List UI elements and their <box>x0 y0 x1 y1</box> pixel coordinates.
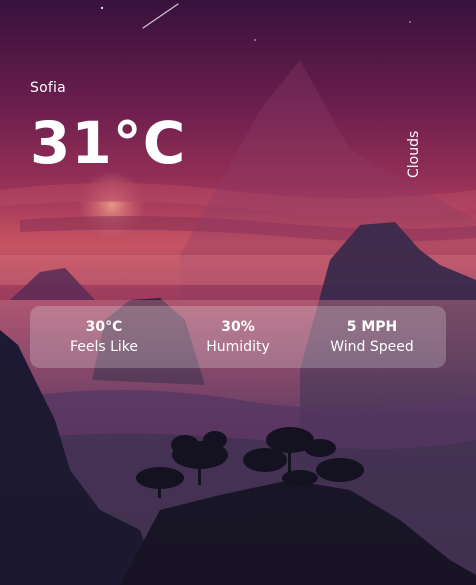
stat-humidity: 30% Humidity <box>178 317 298 357</box>
landscape-background <box>0 0 476 585</box>
weather-condition: Clouds <box>406 130 422 178</box>
weather-stats-panel: 30°C Feels Like 30% Humidity 5 MPH Wind … <box>30 306 446 368</box>
city-name: Sofia <box>30 80 66 96</box>
star-icon <box>100 6 104 10</box>
weather-app: Sofia 31°C Clouds 30°C Feels Like 30% Hu… <box>0 0 476 585</box>
wind-speed-value: 5 MPH <box>346 319 398 335</box>
current-temperature: 31°C <box>30 109 187 177</box>
humidity-value: 30% <box>221 319 255 335</box>
stat-feels-like: 30°C Feels Like <box>44 317 164 357</box>
stat-wind-speed: 5 MPH Wind Speed <box>312 317 432 357</box>
wind-speed-label: Wind Speed <box>330 339 414 355</box>
feels-like-value: 30°C <box>85 319 123 335</box>
feels-like-label: Feels Like <box>69 339 139 355</box>
humidity-label: Humidity <box>206 339 270 355</box>
